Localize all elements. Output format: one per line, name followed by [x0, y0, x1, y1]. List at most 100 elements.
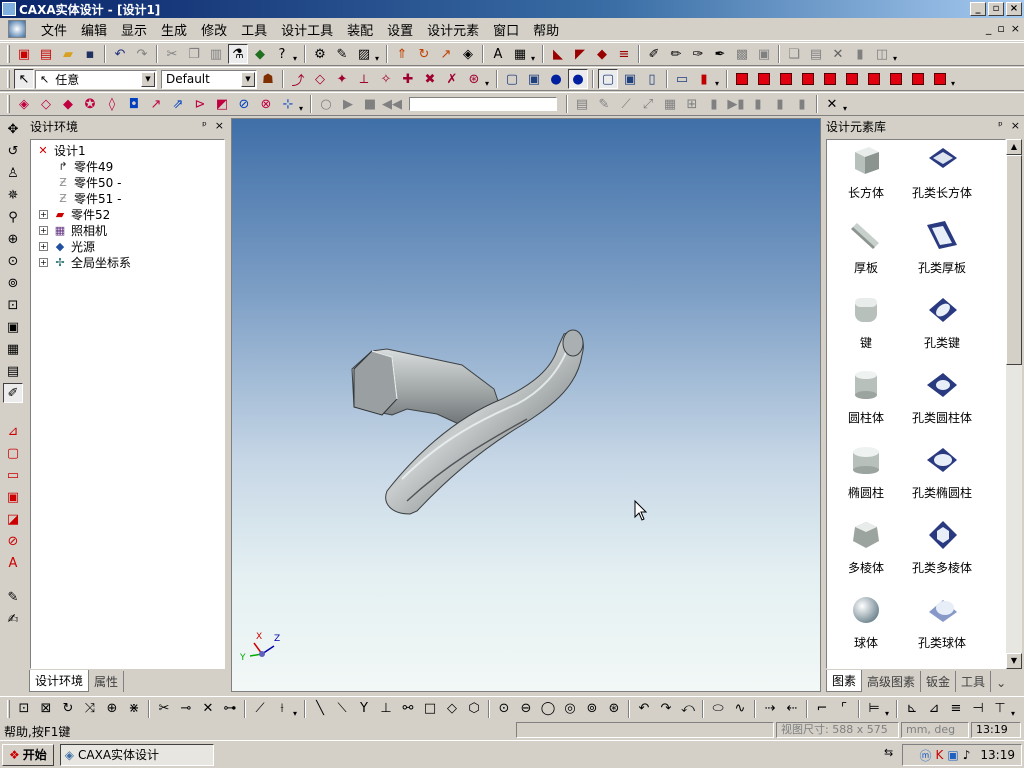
menu-item-2[interactable]: 显示 [114, 20, 154, 39]
chain-icon[interactable]: ⚯ [398, 699, 418, 719]
edit-tool-2-icon[interactable]: ✏ [666, 44, 686, 64]
assembly-2-icon[interactable]: ▤ [806, 44, 826, 64]
anim-4-icon[interactable]: ⤢ [638, 94, 658, 114]
spline-icon[interactable]: ∿ [730, 699, 750, 719]
lib-item-key[interactable]: 键 [827, 294, 905, 351]
tray-app-1-icon[interactable]: ⓜ [920, 747, 932, 764]
edit-tool-4-icon[interactable]: ✒ [710, 44, 730, 64]
new-file-icon[interactable]: ▣ [14, 44, 34, 64]
face-5-icon[interactable] [820, 69, 840, 89]
panel-close-icon[interactable]: × [215, 119, 224, 132]
feature-10-icon[interactable]: ◩ [212, 94, 232, 114]
constraint-4-icon[interactable]: ⊣ [968, 699, 988, 719]
constraint-1-icon[interactable]: ⊾ [902, 699, 922, 719]
face-2-icon[interactable] [754, 69, 774, 89]
shell-icon[interactable]: ◆ [592, 44, 612, 64]
hexagon-icon[interactable]: ⬡ [464, 699, 484, 719]
draft-icon[interactable]: ≡ [614, 44, 634, 64]
tab-design-environment[interactable]: 设计环境 [29, 670, 90, 692]
edit-tool-1-icon[interactable]: ✐ [644, 44, 664, 64]
menu-item-7[interactable]: 装配 [340, 20, 380, 39]
face-9-icon[interactable] [908, 69, 928, 89]
2d-10-icon[interactable]: ⊶ [220, 699, 240, 719]
expand-icon[interactable]: + [39, 225, 48, 235]
lib-item-box[interactable]: 长方体 [827, 144, 905, 201]
arc-3-icon[interactable]: ⤺ [678, 699, 698, 719]
expand-icon[interactable]: + [39, 209, 48, 219]
scroll-thumb[interactable] [1006, 155, 1022, 365]
circle-2pt-icon[interactable]: ⊖ [516, 699, 536, 719]
mdi-restore-button[interactable]: ▫ [997, 22, 1004, 35]
library-scrollbar[interactable]: ▲ ▼ [1006, 139, 1022, 669]
pin-icon[interactable]: ᵖ [202, 119, 207, 132]
feature-12-icon[interactable]: ⊗ [256, 94, 276, 114]
menu-item-5[interactable]: 工具 [234, 20, 274, 39]
help-icon[interactable]: ? [272, 44, 292, 64]
select-arrow-icon[interactable]: ↖ [14, 69, 34, 89]
menu-item-11[interactable]: 帮助 [526, 20, 566, 39]
2d-11-icon[interactable]: ⟋ [250, 699, 270, 719]
scroll-up-icon[interactable]: ▲ [1006, 139, 1022, 155]
tab-advanced-primitives[interactable]: 高级图素 [862, 671, 922, 692]
anim-1-icon[interactable]: ▤ [572, 94, 592, 114]
walk-icon[interactable]: ♙ [3, 163, 23, 183]
face-10-icon[interactable] [930, 69, 950, 89]
look-at-icon[interactable]: ⊙ [3, 251, 23, 271]
feature-9-icon[interactable]: ⊳ [190, 94, 210, 114]
anim-10-icon[interactable]: ▮ [770, 94, 790, 114]
snap-8-icon[interactable]: ✗ [442, 69, 462, 89]
face-6-icon[interactable] [842, 69, 862, 89]
fillet-icon[interactable]: ◣ [548, 44, 568, 64]
menu-item-3[interactable]: 生成 [154, 20, 194, 39]
show-all-icon[interactable]: ⚗ [228, 44, 248, 64]
tangent-icon[interactable]: Y [354, 699, 374, 719]
tree-node-design[interactable]: ✕ 设计1 [35, 142, 85, 158]
tab-tools[interactable]: 工具 [956, 671, 992, 692]
polyline-icon[interactable]: ⟍ [332, 699, 352, 719]
anim-9-icon[interactable]: ▮ [748, 94, 768, 114]
menu-item-6[interactable]: 设计工具 [274, 20, 340, 39]
rectangle-icon[interactable]: □ [420, 699, 440, 719]
line-icon[interactable]: ╲ [310, 699, 330, 719]
maximize-button[interactable]: ▫ [988, 2, 1004, 16]
lib-item-cylinder[interactable]: 圆柱体 [827, 369, 905, 426]
tree-node-light[interactable]: + ◆ 光源 [39, 238, 95, 254]
face-4-icon[interactable] [798, 69, 818, 89]
menu-item-10[interactable]: 窗口 [486, 20, 526, 39]
tree-node-camera[interactable]: + ▦ 照相机 [39, 222, 107, 238]
2d-1-icon[interactable]: ⊡ [14, 699, 34, 719]
face-1-icon[interactable] [732, 69, 752, 89]
scroll-down-icon[interactable]: ▼ [1006, 653, 1022, 669]
tray-volume-icon[interactable]: ♪ [963, 748, 971, 762]
view-shaded-icon[interactable]: ● [568, 69, 588, 89]
lib-item-box-hole[interactable]: 孔类长方体 [903, 144, 981, 201]
render-icon[interactable]: ◆ [250, 44, 270, 64]
anim-2-icon[interactable]: ✎ [594, 94, 614, 114]
diamond-icon[interactable]: ◇ [442, 699, 462, 719]
dim-icon[interactable]: ⊥ [376, 699, 396, 719]
lib-item-sphere[interactable]: 球体 [827, 594, 905, 651]
2d-5-icon[interactable]: ⊕ [102, 699, 122, 719]
tree-node-part50[interactable]: Ƶ 零件50 - [55, 174, 121, 190]
offset-2-icon[interactable]: ⇠ [782, 699, 802, 719]
feature-13-icon[interactable]: ⊹ [278, 94, 298, 114]
snap-6-icon[interactable]: ✚ [398, 69, 418, 89]
close-button[interactable]: × [1006, 2, 1022, 16]
document-icon[interactable] [8, 20, 26, 38]
circle-tan-icon[interactable]: ◎ [560, 699, 580, 719]
offset-1-icon[interactable]: ⇢ [760, 699, 780, 719]
anim-8-icon[interactable]: ▶▮ [726, 94, 746, 114]
texture-tool-icon[interactable]: ▨ [354, 44, 374, 64]
circle-5-icon[interactable]: ⊛ [604, 699, 624, 719]
undo-icon[interactable]: ↶ [110, 44, 130, 64]
lib-item-sphere-hole[interactable]: 孔类球体 [903, 594, 981, 651]
circle-3pt-icon[interactable]: ◯ [538, 699, 558, 719]
lib-item-ellipse-cylinder[interactable]: 椭圆柱 [827, 444, 905, 501]
tray-app-3-icon[interactable]: ▣ [947, 748, 958, 762]
constraint-5-icon[interactable]: ⊤ [990, 699, 1010, 719]
view-iso-icon[interactable]: ▢ [598, 69, 618, 89]
constraint-2-icon[interactable]: ⊿ [924, 699, 944, 719]
brush-icon[interactable]: ✍ [3, 609, 23, 629]
pattern-icon[interactable]: ▦ [510, 44, 530, 64]
sketch-3-icon[interactable]: ▭ [3, 465, 23, 485]
